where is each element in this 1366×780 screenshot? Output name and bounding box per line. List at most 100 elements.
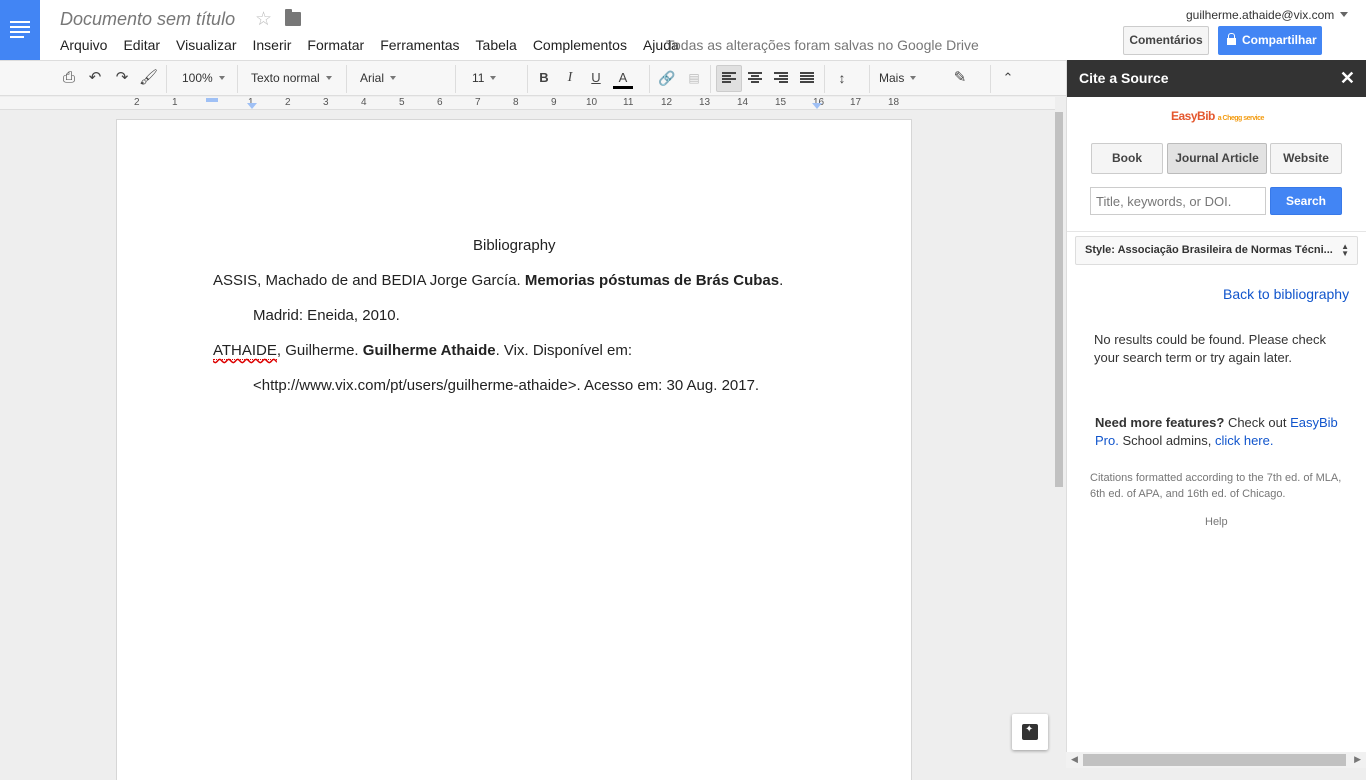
share-button[interactable]: Compartilhar (1218, 26, 1322, 55)
style-label: Style: Associação Brasileira de Normas T… (1085, 244, 1333, 256)
text-color-icon[interactable]: A (613, 69, 633, 89)
ruler[interactable]: 2 1 1 2 3 4 5 6 7 8 9 10 11 12 13 14 15 … (0, 97, 1055, 110)
link-icon[interactable]: 🔗 (658, 69, 676, 87)
tab-book[interactable]: Book (1091, 143, 1163, 174)
citation-text: ASSIS, Machado de and BEDIA Jorge García… (213, 272, 525, 289)
ruler-number: 3 (323, 97, 329, 108)
comment-icon[interactable]: ▤ (685, 69, 703, 87)
select-arrows-icon: ▲ ▼ (1341, 242, 1349, 258)
font-select[interactable]: Arial (360, 71, 442, 85)
account-menu[interactable]: guilherme.athaide@vix.com (1186, 8, 1349, 22)
menu-edit[interactable]: Editar (123, 37, 160, 55)
school-admins-link[interactable]: click here. (1215, 433, 1274, 448)
explore-button[interactable] (1012, 714, 1048, 750)
menu-tools[interactable]: Ferramentas (380, 37, 459, 55)
bold-icon[interactable]: B (535, 69, 553, 87)
ruler-number: 7 (475, 97, 481, 108)
citation-2-line-1: ATHAIDE, Guilherme. Guilherme Athaide. V… (213, 342, 633, 360)
paint-format-icon[interactable]: 🖌 (139, 69, 158, 87)
scroll-left-icon[interactable]: ◀ (1071, 754, 1078, 765)
tab-website[interactable]: Website (1270, 143, 1342, 174)
menu-bar: Arquivo Editar Visualizar Inserir Format… (60, 37, 695, 55)
explore-icon (1022, 724, 1038, 740)
citation-text: . Vix. Disponível em: (495, 342, 633, 359)
print-icon[interactable]: ⎙ (60, 69, 78, 87)
help-link[interactable]: Help (1205, 516, 1228, 528)
citation-search-input[interactable] (1090, 187, 1266, 215)
tab-journal-article[interactable]: Journal Article (1167, 143, 1267, 174)
underline-icon[interactable]: U (587, 69, 605, 87)
ruler-number: 12 (661, 97, 673, 108)
zoom-select[interactable]: 100% (182, 71, 225, 85)
ruler-number: 8 (513, 97, 519, 108)
toolbar-divider (710, 65, 711, 93)
scroll-right-icon[interactable]: ▶ (1354, 754, 1361, 765)
toolbar-divider (869, 65, 870, 93)
features-heading: Need more features? (1095, 415, 1225, 430)
left-indent-marker[interactable] (247, 103, 257, 109)
ruler-number: 9 (551, 97, 557, 108)
docs-menu-icon[interactable] (0, 0, 40, 60)
citation-2-line-2: <http://www.vix.com/pt/users/guilherme-a… (253, 377, 760, 394)
panel-divider (1067, 231, 1366, 232)
panel-horizontal-scrollbar[interactable]: ◀ ▶ (1066, 752, 1366, 768)
menu-view[interactable]: Visualizar (176, 37, 236, 55)
undo-icon[interactable]: ↶ (86, 69, 104, 87)
justify-icon[interactable] (800, 72, 814, 84)
cite-source-panel: Cite a Source ✕ EasyBib a Chegg service … (1066, 60, 1366, 768)
toolbar-divider (824, 65, 825, 93)
document-scrollbar[interactable] (1055, 112, 1063, 487)
toolbar-divider (649, 65, 650, 93)
features-text: Check out (1224, 415, 1291, 430)
back-to-bibliography-link[interactable]: Back to bibliography (1223, 286, 1349, 302)
share-label: Compartilhar (1242, 33, 1317, 47)
menu-addons[interactable]: Complementos (533, 37, 627, 55)
search-button[interactable]: Search (1270, 187, 1342, 215)
logo-subtext: a Chegg service (1217, 115, 1265, 122)
chevron-down-icon (1340, 12, 1349, 17)
document-page[interactable]: Bibliography ASSIS, Machado de and BEDIA… (117, 120, 911, 780)
ruler-number: 5 (399, 97, 405, 108)
citation-title: Guilherme Athaide (362, 342, 496, 359)
align-center-icon[interactable] (748, 72, 762, 84)
paragraph-style-select[interactable]: Texto normal (251, 71, 332, 85)
ruler-number: 6 (437, 97, 443, 108)
panel-title: Cite a Source (1079, 70, 1169, 86)
close-icon[interactable]: ✕ (1340, 60, 1355, 97)
ruler-number: 11 (623, 97, 634, 108)
toolbar-divider (237, 65, 238, 93)
menu-insert[interactable]: Inserir (252, 37, 291, 55)
easybib-logo: EasyBib a Chegg service (1171, 109, 1264, 123)
more-button[interactable]: Mais (879, 71, 916, 85)
redo-icon[interactable]: ↷ (113, 69, 131, 87)
align-right-icon[interactable] (774, 72, 788, 84)
collapse-menus-icon[interactable]: ⌃ (999, 69, 1017, 87)
scrollbar-thumb[interactable] (1083, 754, 1346, 766)
toolbar-divider (990, 65, 991, 93)
citation-style-select[interactable]: Style: Associação Brasileira de Normas T… (1075, 236, 1358, 265)
editing-mode-pencil-icon[interactable]: ✎ (951, 69, 969, 87)
star-icon[interactable]: ☆ (255, 8, 272, 31)
menu-format[interactable]: Formatar (307, 37, 364, 55)
menu-table[interactable]: Tabela (476, 37, 517, 55)
save-status[interactable]: Todas as alterações foram salvas no Goog… (666, 37, 979, 53)
line-spacing-icon[interactable]: ↕ (833, 69, 851, 87)
document-title[interactable]: Documento sem título (60, 9, 235, 30)
top-bar: Documento sem título ☆ Arquivo Editar Vi… (0, 0, 1366, 60)
folder-icon[interactable] (285, 9, 301, 26)
formatting-toolbar: ⎙ ↶ ↷ 🖌 100% Texto normal Arial 11 B I U… (0, 60, 1066, 96)
misspelled-word[interactable]: ATHAIDE (213, 342, 277, 360)
menu-file[interactable]: Arquivo (60, 37, 107, 55)
first-line-indent-marker[interactable] (206, 98, 218, 102)
font-size-select[interactable]: 11 (472, 71, 518, 85)
right-indent-marker[interactable] (812, 103, 822, 109)
italic-icon[interactable]: I (561, 69, 579, 87)
comments-button[interactable]: Comentários (1123, 26, 1209, 55)
toolbar-divider (527, 65, 528, 93)
ruler-number: 1 (172, 97, 178, 108)
account-email: guilherme.athaide@vix.com (1186, 8, 1335, 22)
citation-text: , Guilherme. (276, 342, 363, 359)
citation-1-line-1: ASSIS, Machado de and BEDIA Jorge García… (213, 272, 783, 289)
ruler-number: 4 (361, 97, 367, 108)
ruler-number: 10 (586, 97, 598, 108)
